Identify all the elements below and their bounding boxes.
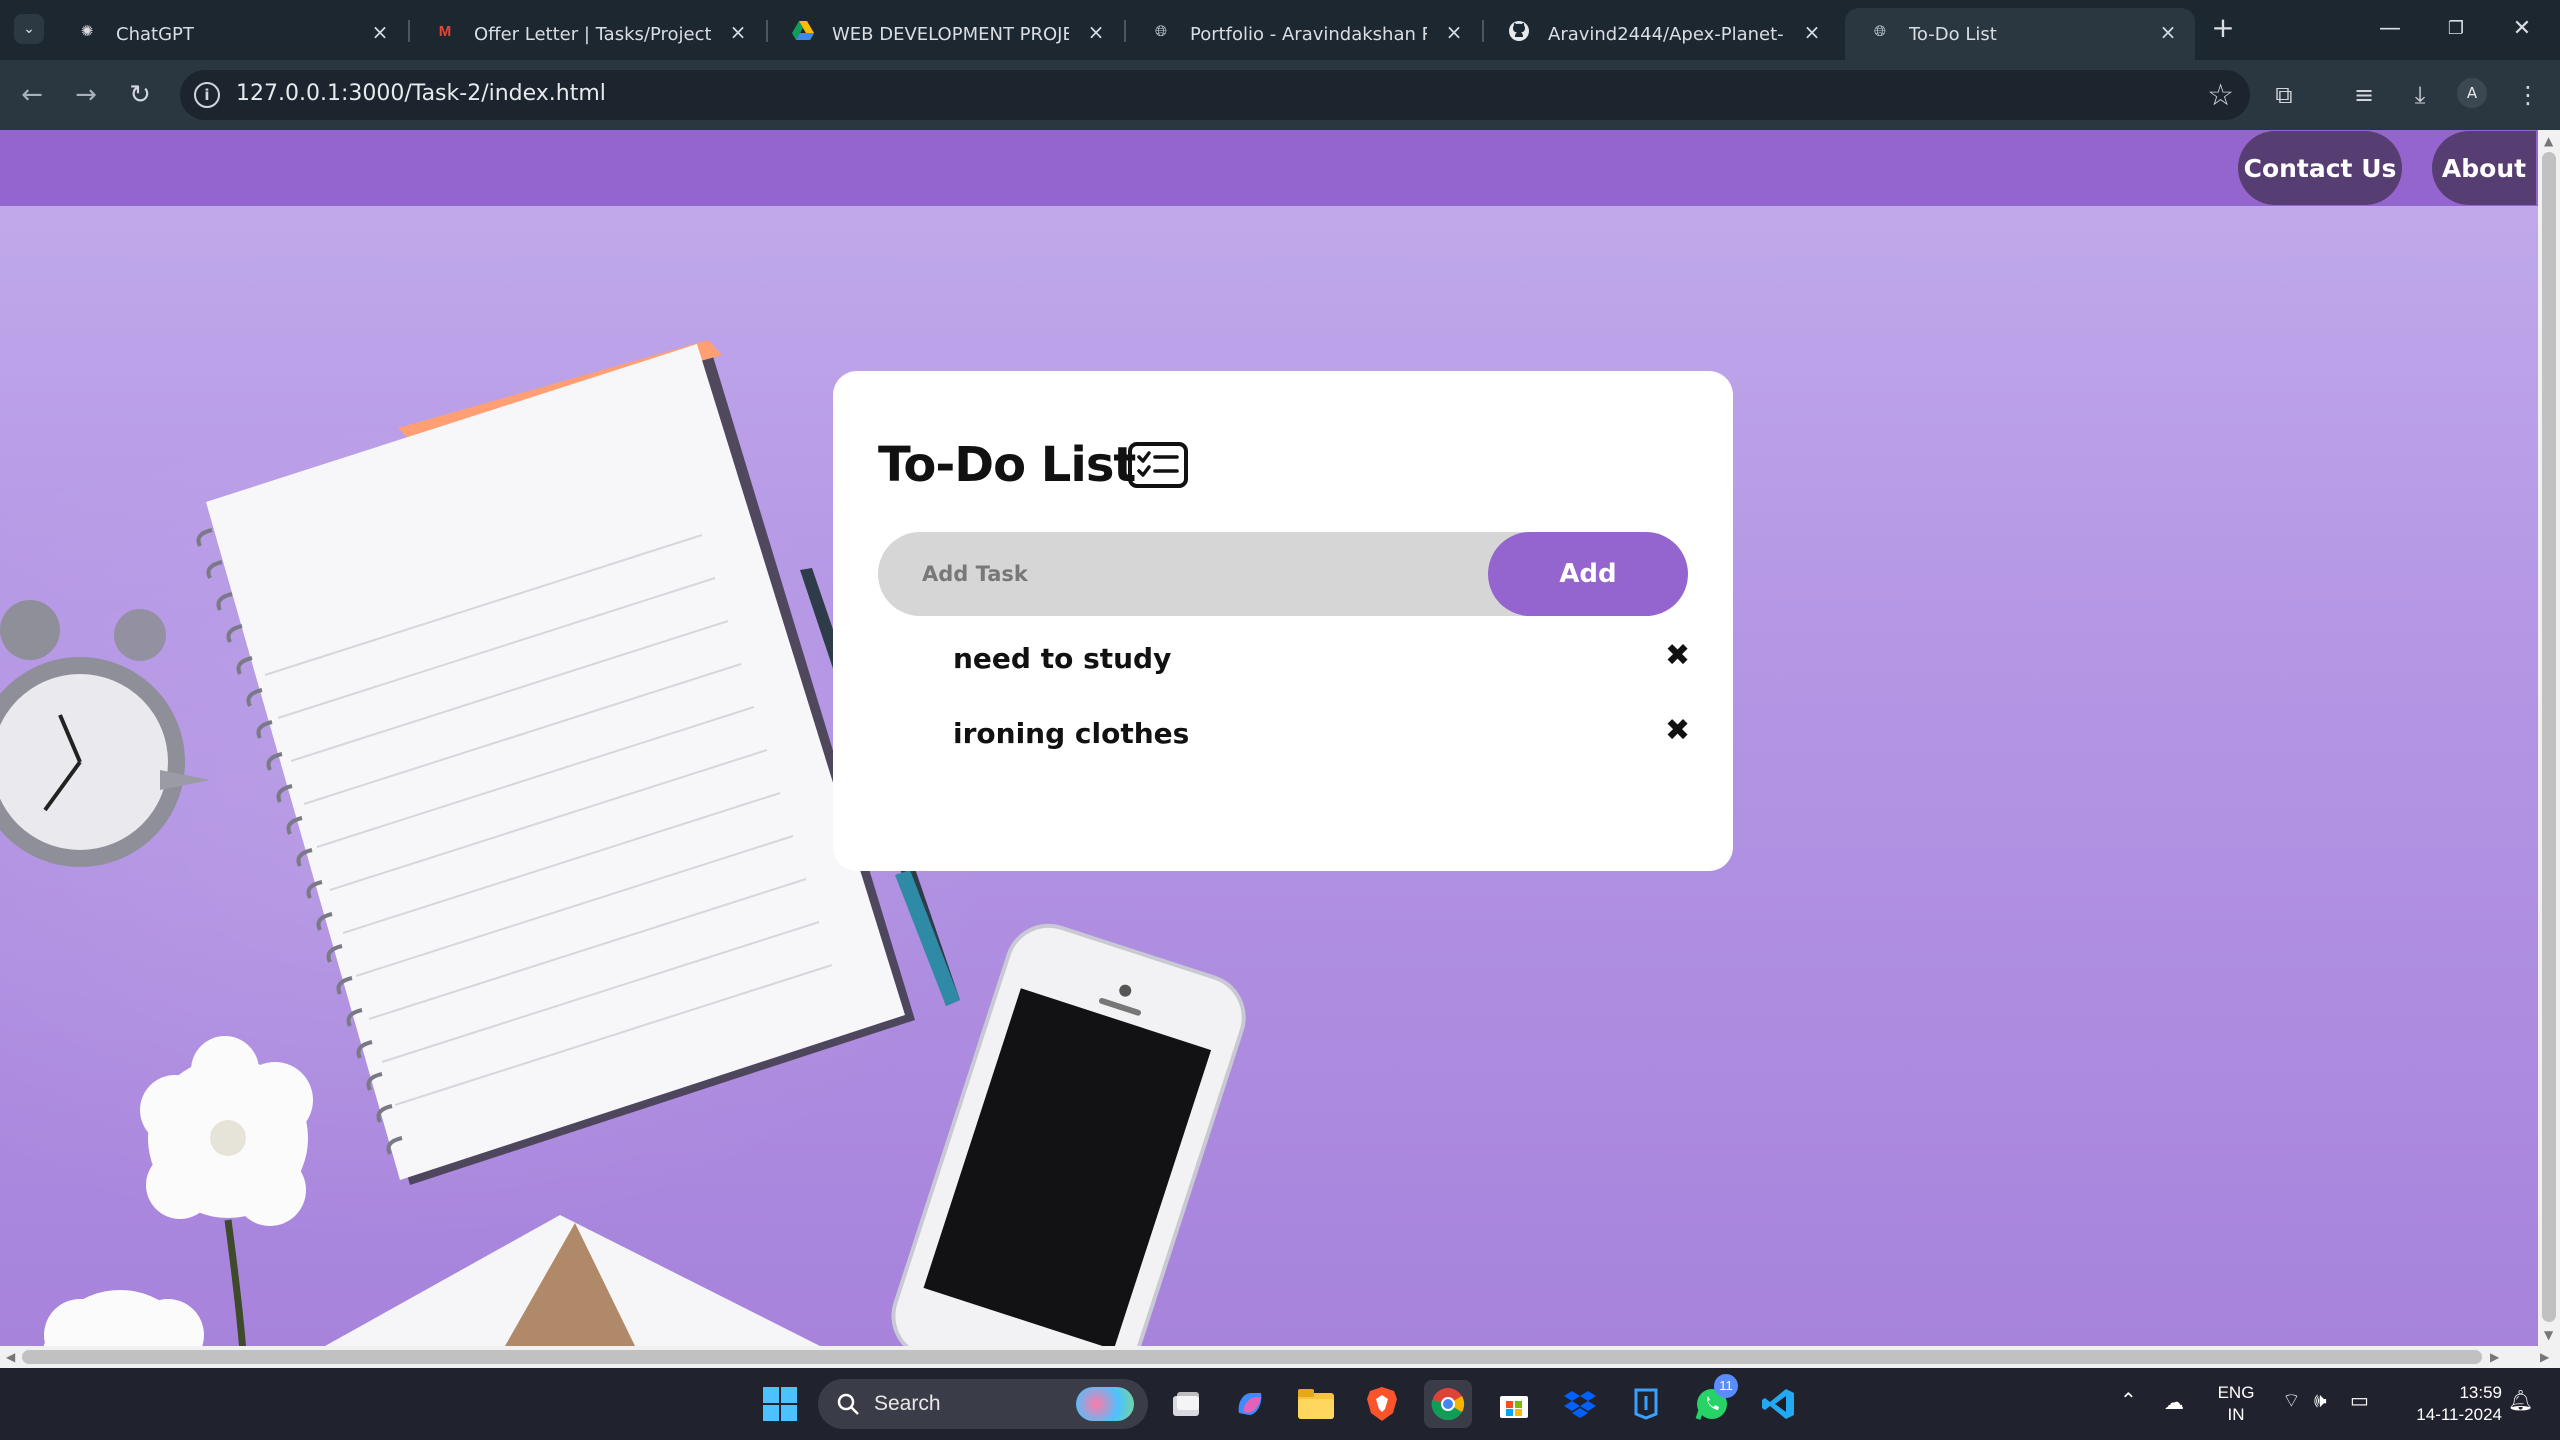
file-explorer-icon[interactable] <box>1292 1380 1340 1428</box>
wifi-icon[interactable]: ⌔ <box>2282 1390 2301 1412</box>
extensions-icon[interactable]: ⧉ <box>2264 75 2304 115</box>
profile-avatar[interactable]: A <box>2457 78 2487 108</box>
dropbox-icon[interactable] <box>1556 1380 1604 1428</box>
windows-taskbar: Search 11 ⌃ ☁ ENG IN ⌔ 🕪 ▭ 13:59 14-11-2… <box>0 1368 2560 1440</box>
clock[interactable]: 13:59 14-11-2024 <box>2392 1382 2502 1426</box>
clock-time: 13:59 <box>2459 1383 2502 1402</box>
tab-title: Offer Letter | Tasks/Projects | Co <box>474 23 711 45</box>
delete-task-icon[interactable]: ✖ <box>1665 713 1690 748</box>
close-window-button[interactable]: ✕ <box>2502 12 2542 46</box>
horizontal-scroll-thumb[interactable] <box>22 1350 2482 1364</box>
chrome-icon[interactable] <box>1424 1380 1472 1428</box>
task-text: ironing clothes <box>953 717 1190 750</box>
add-task-button[interactable]: Add <box>1488 532 1688 616</box>
google-drive-icon <box>792 20 814 42</box>
battery-icon[interactable]: ▭ <box>2350 1390 2369 1412</box>
delete-task-icon[interactable]: ✖ <box>1665 638 1690 673</box>
downloads-icon[interactable]: ⤓ <box>2400 75 2440 115</box>
whatsapp-icon[interactable]: 11 <box>1688 1374 1738 1428</box>
contact-us-link[interactable]: Contact Us <box>2238 131 2402 205</box>
url-text: 127.0.0.1:3000/Task-2/index.html <box>236 81 606 106</box>
page-title: To-Do List <box>878 437 1136 493</box>
reload-button[interactable]: ↻ <box>120 75 160 115</box>
scroll-up-arrow-icon[interactable]: ▲ <box>2544 134 2553 148</box>
close-icon[interactable]: × <box>369 21 391 43</box>
forward-button[interactable]: → <box>66 75 106 115</box>
vertical-scrollbar[interactable]: ▲ ▼ <box>2538 130 2560 1346</box>
checklist-icon <box>1128 442 1188 488</box>
close-icon[interactable]: × <box>1443 21 1465 43</box>
back-button[interactable]: ← <box>12 75 52 115</box>
horizontal-scrollbar[interactable]: ◀ ▶ ▶ <box>0 1346 2560 1368</box>
vertical-scroll-thumb[interactable] <box>2542 152 2556 1322</box>
copilot-icon[interactable] <box>1226 1380 1274 1428</box>
tab-offer-letter[interactable]: M Offer Letter | Tasks/Projects | Co × <box>410 8 765 60</box>
scroll-right-arrow-icon[interactable]: ▶ <box>2490 1350 2499 1364</box>
minimize-button[interactable]: — <box>2370 12 2410 46</box>
close-icon[interactable]: × <box>727 21 749 43</box>
app-icon[interactable] <box>1622 1380 1670 1428</box>
language-indicator[interactable]: ENG IN <box>2216 1382 2256 1426</box>
restore-button[interactable]: ❐ <box>2436 12 2476 46</box>
menu-kebab-icon[interactable]: ⋮ <box>2508 75 2548 115</box>
search-icon <box>837 1393 859 1415</box>
todo-card: To-Do List Add need to study ✖ ironing c… <box>833 371 1733 871</box>
tab-chatgpt[interactable]: ✺ ChatGPT × <box>52 8 407 60</box>
chevron-up-icon[interactable]: ⌃ <box>2120 1390 2137 1412</box>
tab-portfolio[interactable]: 🌐︎ Portfolio - Aravindakshan R × <box>1126 8 1481 60</box>
onedrive-icon[interactable]: ☁ <box>2164 1392 2184 1414</box>
task-text: need to study <box>953 642 1172 675</box>
tab-github[interactable]: Aravind2444/Apex-Planet-Intern × <box>1484 8 1839 60</box>
clock-date: 14-11-2024 <box>2416 1405 2502 1424</box>
site-info-icon[interactable]: i <box>194 82 220 108</box>
brave-browser-icon[interactable] <box>1358 1380 1406 1428</box>
tab-search-button[interactable]: ⌄ <box>14 14 44 44</box>
volume-icon[interactable]: 🕪 <box>2314 1390 2327 1412</box>
globe-icon: 🌐︎ <box>1873 22 1886 40</box>
close-icon[interactable]: × <box>1085 21 1107 43</box>
close-icon[interactable]: × <box>2157 21 2179 43</box>
search-highlight-icon <box>1076 1387 1134 1421</box>
tab-web-dev-projects[interactable]: WEB DEVELOPMENT PROJECTS × <box>768 8 1123 60</box>
task-list: need to study ✖ ironing clothes ✖ <box>878 636 1690 786</box>
tab-title: WEB DEVELOPMENT PROJECTS <box>832 23 1069 45</box>
new-tab-button[interactable]: + <box>2208 14 2238 44</box>
add-task-input[interactable] <box>878 532 1528 616</box>
taskbar-search[interactable]: Search <box>818 1379 1148 1429</box>
address-bar[interactable]: i 127.0.0.1:3000/Task-2/index.html ☆ <box>180 70 2250 120</box>
region-code: IN <box>2227 1405 2245 1424</box>
top-navbar: Contact Us About <box>0 130 2538 206</box>
windows-start-icon[interactable] <box>756 1380 804 1428</box>
close-icon[interactable]: × <box>1801 21 1823 43</box>
vscode-icon[interactable] <box>1754 1380 1802 1428</box>
chatgpt-icon: ✺ <box>80 22 94 40</box>
web-page: Contact Us About To-Do List Add need to … <box>0 130 2538 1346</box>
task-item[interactable]: need to study ✖ <box>878 636 1690 711</box>
scroll-down-arrow-icon[interactable]: ▼ <box>2544 1328 2553 1342</box>
scroll-right-arrow-icon[interactable]: ▶ <box>2540 1350 2549 1364</box>
language-code: ENG <box>2217 1383 2255 1402</box>
tab-todo-list[interactable]: 🌐︎ To-Do List × <box>1845 8 2195 60</box>
tab-title: ChatGPT <box>116 23 194 45</box>
gmail-icon: M <box>438 22 452 40</box>
browser-toolbar: ← → ↻ i 127.0.0.1:3000/Task-2/index.html… <box>0 60 2560 130</box>
tab-strip: ⌄ ✺ ChatGPT × M Offer Letter | Tasks/Pro… <box>0 0 2560 60</box>
media-control-icon[interactable]: ≡ <box>2344 75 2384 115</box>
tab-title: To-Do List <box>1909 23 1997 45</box>
task-item[interactable]: ironing clothes ✖ <box>878 711 1690 786</box>
notification-bell-icon[interactable]: 🔔︎ <box>2508 1390 2533 1412</box>
task-view-icon[interactable] <box>1162 1380 1210 1428</box>
microsoft-store-icon[interactable] <box>1490 1380 1538 1428</box>
about-link[interactable]: About <box>2432 131 2536 205</box>
globe-icon: 🌐︎ <box>1154 22 1167 40</box>
scroll-left-arrow-icon[interactable]: ◀ <box>6 1350 15 1364</box>
bookmark-star-icon[interactable]: ☆ <box>2207 78 2234 113</box>
tab-title: Portfolio - Aravindakshan R <box>1190 23 1427 45</box>
tab-title: Aravind2444/Apex-Planet-Intern <box>1548 23 1785 45</box>
notification-badge: 11 <box>1714 1374 1738 1398</box>
search-label: Search <box>874 1392 941 1415</box>
github-icon <box>1508 20 1530 42</box>
